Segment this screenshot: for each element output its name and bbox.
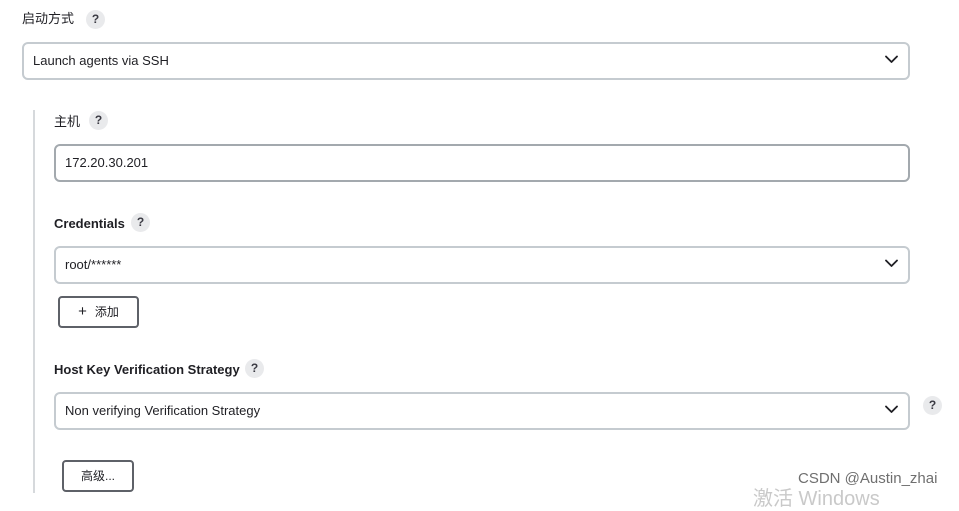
host-key-strategy-help-icon[interactable]: ? xyxy=(245,359,264,378)
host-help-icon[interactable]: ? xyxy=(89,111,108,130)
host-key-strategy-label: Host Key Verification Strategy xyxy=(54,362,240,377)
add-credentials-button[interactable]: + 添加 xyxy=(58,296,139,328)
credentials-selected-value: root/****** xyxy=(65,257,122,272)
launch-method-label: 启动方式 xyxy=(22,11,75,26)
launch-method-selected-value: Launch agents via SSH xyxy=(33,53,169,68)
plus-icon: + xyxy=(78,303,87,320)
host-key-strategy-side-help-icon[interactable]: ? xyxy=(923,396,942,415)
host-key-strategy-selected-value: Non verifying Verification Strategy xyxy=(65,403,261,418)
credentials-help-icon[interactable]: ? xyxy=(131,213,150,232)
section-indent-bar xyxy=(33,110,35,493)
chevron-down-icon xyxy=(885,55,898,63)
advanced-button[interactable]: 高级... xyxy=(62,460,134,492)
csdn-watermark: CSDN @Austin_zhai xyxy=(798,470,938,487)
credentials-select[interactable]: root/****** xyxy=(54,246,910,284)
add-credentials-label: 添加 xyxy=(94,305,119,319)
host-label: 主机 xyxy=(54,114,81,129)
chevron-down-icon xyxy=(885,405,898,413)
host-input-value: 172.20.30.201 xyxy=(65,155,149,170)
launch-method-select[interactable]: Launch agents via SSH xyxy=(22,42,910,80)
launch-method-help-icon[interactable]: ? xyxy=(86,10,105,29)
chevron-down-icon xyxy=(885,259,898,267)
credentials-label: Credentials xyxy=(54,216,125,231)
host-key-strategy-select[interactable]: Non verifying Verification Strategy xyxy=(54,392,910,430)
host-input[interactable]: 172.20.30.201 xyxy=(54,144,910,182)
